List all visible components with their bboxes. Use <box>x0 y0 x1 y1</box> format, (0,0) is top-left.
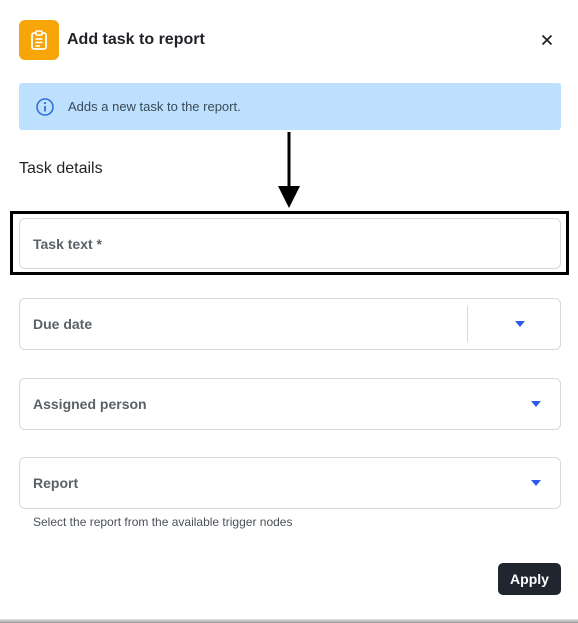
dialog-header: Add task to report <box>19 20 559 60</box>
assigned-person-field[interactable]: Assigned person <box>19 378 561 430</box>
chevron-down-icon[interactable] <box>530 479 542 487</box>
info-banner: Adds a new task to the report. <box>19 83 561 130</box>
report-label: Report <box>33 475 79 491</box>
info-icon <box>36 97 54 116</box>
dialog-title: Add task to report <box>67 31 205 48</box>
report-field[interactable]: Report <box>19 457 561 509</box>
chevron-down-icon[interactable] <box>514 320 526 328</box>
due-date-label: Due date <box>33 316 93 332</box>
bottom-edge <box>0 619 578 623</box>
section-title: Task details <box>19 160 103 177</box>
down-arrow-icon <box>278 132 300 208</box>
apply-button[interactable]: Apply <box>498 563 561 595</box>
chevron-down-icon[interactable] <box>530 400 542 408</box>
field-divider <box>467 306 468 342</box>
task-text-label: Task text * <box>33 235 102 252</box>
clipboard-icon <box>19 20 59 60</box>
close-icon <box>541 34 553 46</box>
add-task-dialog: Add task to report Adds a new task to th… <box>0 0 578 623</box>
close-button[interactable] <box>536 29 558 51</box>
info-banner-text: Adds a new task to the report. <box>68 99 241 114</box>
report-helper-text: Select the report from the available tri… <box>33 515 293 529</box>
due-date-field[interactable]: Due date <box>19 298 561 350</box>
assigned-person-label: Assigned person <box>33 396 147 412</box>
task-text-field[interactable]: Task text * <box>19 218 561 269</box>
